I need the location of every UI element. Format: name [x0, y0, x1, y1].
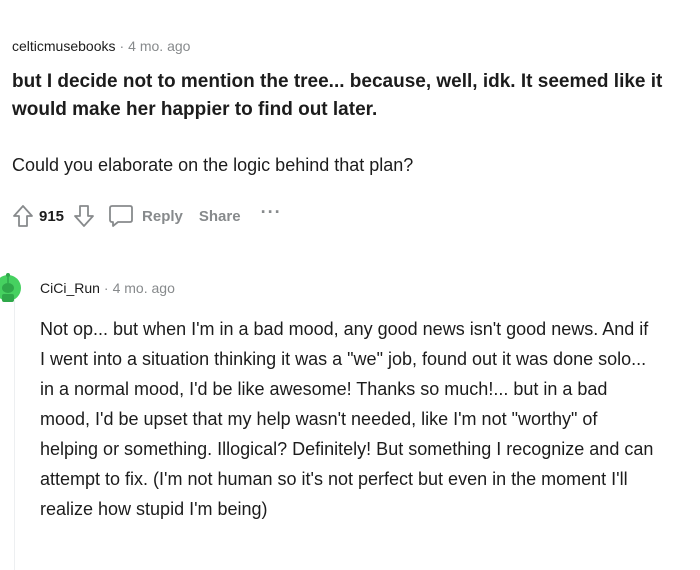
- reply-body: Not op... but when I'm in a bad mood, an…: [40, 319, 654, 519]
- meta-separator: ·: [119, 38, 125, 54]
- share-button[interactable]: Share: [199, 208, 241, 225]
- comment-meta: celticmusebooks · 4 mo. ago: [12, 36, 190, 56]
- thread-line[interactable]: [14, 300, 15, 570]
- reply-username[interactable]: CiCi_Run: [40, 280, 100, 296]
- downvote-arrow-icon[interactable]: [70, 202, 98, 230]
- comment-action-bar: 915 Reply Share ···: [9, 201, 282, 231]
- reply-meta: CiCi_Run · 4 mo. ago: [40, 278, 175, 298]
- reply-meta-separator: ·: [103, 280, 109, 296]
- reply-timestamp[interactable]: 4 mo. ago: [113, 280, 175, 296]
- upvote-arrow-icon[interactable]: [9, 202, 37, 230]
- reply-button-label: Reply: [142, 207, 183, 225]
- comment-username[interactable]: celticmusebooks: [12, 38, 116, 54]
- comment-body: Could you elaborate on the logic behind …: [12, 155, 414, 175]
- snoo-avatar-icon[interactable]: [0, 268, 30, 308]
- comment-quote: but I decide not to mention the tree... …: [12, 71, 663, 120]
- reply-button[interactable]: Reply: [108, 203, 183, 229]
- speech-bubble-icon: [108, 203, 134, 229]
- vote-count: 915: [39, 207, 65, 225]
- more-options-button[interactable]: ···: [261, 203, 282, 221]
- comment-timestamp[interactable]: 4 mo. ago: [128, 38, 190, 54]
